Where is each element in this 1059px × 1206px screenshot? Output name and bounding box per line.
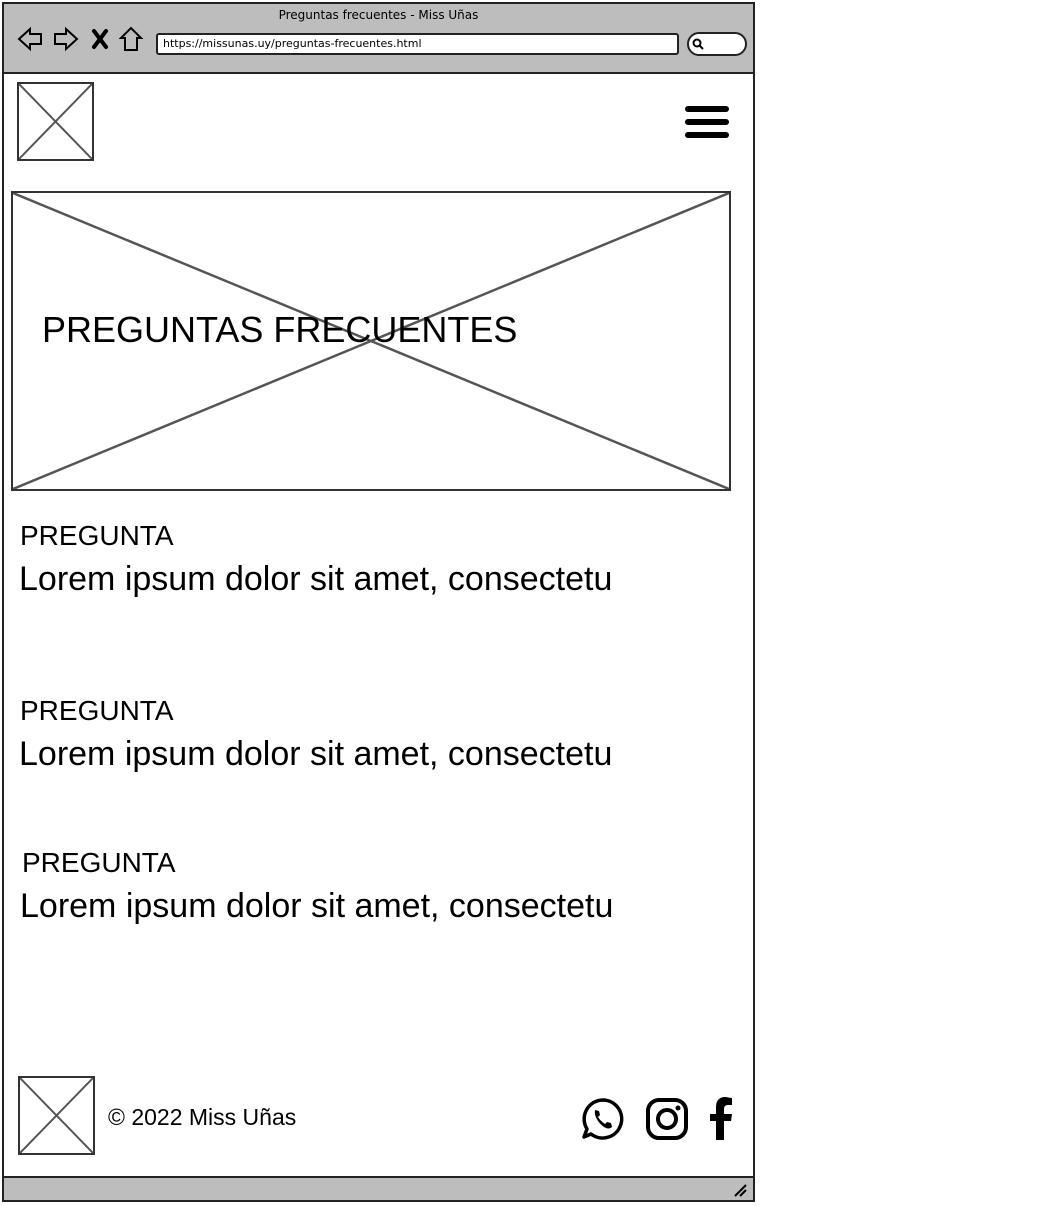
browser-window: Preguntas frecuentes - Miss Uñas https:/… [2, 2, 755, 1202]
hamburger-menu-icon[interactable] [685, 106, 729, 142]
faq-answer-text: Lorem ipsum dolor sit amet, consectetu [19, 560, 613, 598]
whatsapp-icon[interactable] [580, 1096, 626, 1142]
instagram-icon[interactable] [644, 1096, 690, 1142]
back-arrow-icon[interactable] [16, 24, 44, 54]
faq-answer-text: Lorem ipsum dolor sit amet, consectetu [19, 735, 613, 773]
faq-question-label: PREGUNTA [22, 847, 176, 878]
faq-question-label: PREGUNTA [20, 520, 174, 551]
facebook-icon[interactable] [704, 1096, 738, 1142]
faq-question-label: PREGUNTA [20, 695, 174, 726]
browser-search-field[interactable] [687, 32, 747, 56]
footer-logo-placeholder [18, 1076, 95, 1155]
window-title: Preguntas frecuentes - Miss Uñas [278, 8, 479, 22]
url-bar[interactable]: https://missunas.uy/preguntas-frecuentes… [156, 33, 679, 55]
resize-grip-icon[interactable] [733, 1183, 747, 1197]
close-icon[interactable] [90, 24, 110, 54]
search-icon [692, 38, 704, 50]
browser-toolbar: Preguntas frecuentes - Miss Uñas https:/… [4, 4, 753, 74]
status-bar [4, 1176, 753, 1200]
home-icon[interactable] [118, 24, 144, 54]
footer-copyright: © 2022 Miss Uñas [108, 1104, 297, 1130]
logo-placeholder[interactable] [17, 82, 94, 161]
page-title: PREGUNTAS FRECUENTES [42, 309, 518, 350]
forward-arrow-icon[interactable] [52, 24, 80, 54]
faq-answer-text: Lorem ipsum dolor sit amet, consectetu [20, 887, 614, 925]
